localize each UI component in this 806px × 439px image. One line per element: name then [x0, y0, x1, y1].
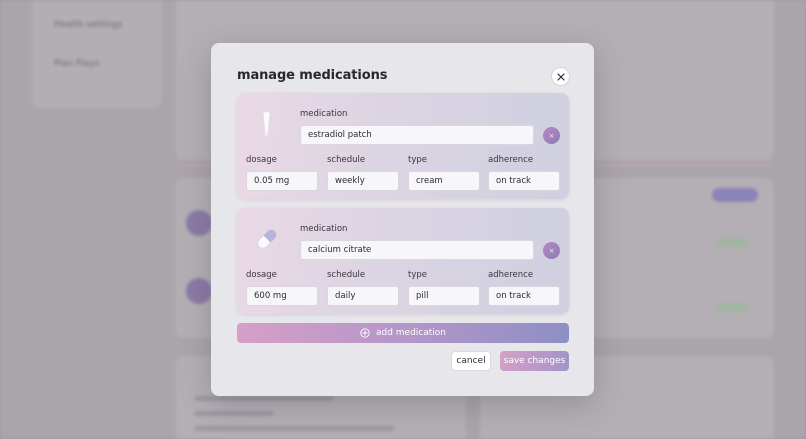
manage-medications-dialog: manage medications medication estradiol …: [211, 43, 594, 396]
background-text-line: [194, 411, 274, 416]
type-label: type: [408, 270, 427, 280]
background-text-line: [194, 426, 394, 431]
background-avatar: [186, 278, 212, 304]
dosage-input[interactable]: 600 mg: [246, 286, 318, 306]
add-medication-label: add medication: [375, 328, 447, 338]
adherence-label: adherence: [488, 270, 534, 280]
schedule-input[interactable]: weekly: [327, 171, 399, 191]
cream-tube-icon: [253, 107, 281, 141]
remove-medication-button[interactable]: ×: [543, 242, 560, 259]
type-label: type: [408, 155, 427, 165]
background-tag: [716, 303, 748, 312]
background-badge: [712, 188, 758, 202]
remove-icon: ×: [548, 131, 555, 140]
dosage-label: dosage: [246, 270, 277, 280]
dosage-label: dosage: [246, 155, 277, 165]
remove-medication-button[interactable]: ×: [543, 127, 560, 144]
background-sidebar-item: Health settings: [54, 20, 123, 30]
dialog-title: manage medications: [237, 68, 388, 83]
type-input[interactable]: pill: [408, 286, 480, 306]
medication-name-input[interactable]: calcium citrate: [300, 240, 534, 260]
medication-label: medication: [300, 109, 348, 119]
dosage-input[interactable]: 0.05 mg: [246, 171, 318, 191]
add-medication-button[interactable]: add medication: [237, 323, 569, 343]
adherence-label: adherence: [488, 155, 534, 165]
medication-name-input[interactable]: estradiol patch: [300, 125, 534, 145]
cancel-button[interactable]: cancel: [451, 351, 491, 371]
medication-label: medication: [300, 224, 348, 234]
adherence-input[interactable]: on track: [488, 286, 560, 306]
schedule-label: schedule: [327, 270, 366, 280]
close-icon: [556, 72, 565, 81]
background-avatar: [186, 210, 212, 236]
pill-capsule-icon: [253, 222, 281, 256]
plus-circle-icon: [360, 328, 370, 338]
type-input[interactable]: cream: [408, 171, 480, 191]
schedule-input[interactable]: daily: [327, 286, 399, 306]
background-sidebar-item: Plan Plays: [54, 59, 100, 69]
save-changes-button[interactable]: save changes: [500, 351, 569, 371]
remove-icon: ×: [548, 246, 555, 255]
background-text-line: [194, 396, 334, 401]
background-tag: [716, 238, 748, 247]
schedule-label: schedule: [327, 155, 366, 165]
medication-card: medication estradiol patch × dosage sche…: [237, 93, 569, 199]
close-button[interactable]: [551, 67, 570, 86]
adherence-input[interactable]: on track: [488, 171, 560, 191]
background-sidebar: Health settings Plan Plays: [32, 0, 162, 108]
medication-card: medication calcium citrate × dosage sche…: [237, 208, 569, 314]
